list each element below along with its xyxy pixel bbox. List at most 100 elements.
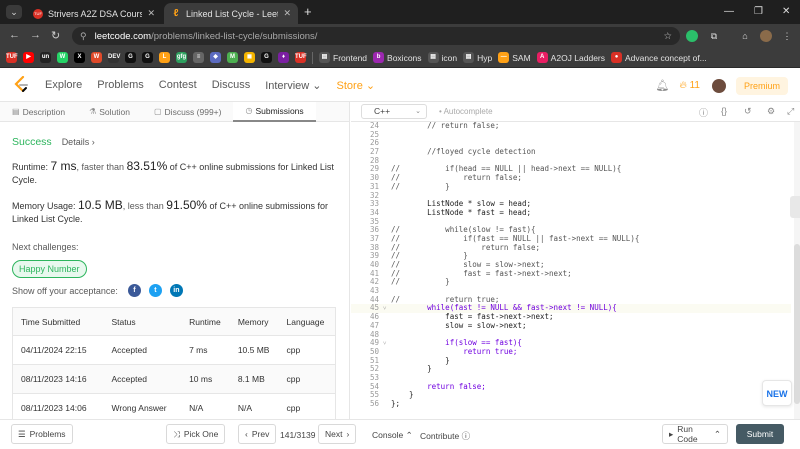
tab-solution[interactable]: ⚗ Solution [77,102,142,122]
facebook-icon[interactable]: f [127,284,141,297]
bookmark-item[interactable]: un [40,52,51,63]
extension-grammarly-icon[interactable] [686,30,698,42]
nav-explore[interactable]: Explore [45,79,82,91]
bookmark-item[interactable]: DEV [108,52,120,63]
forward-arrow-icon[interactable]: → [30,29,41,41]
table-row[interactable]: 08/11/2023 14:16 Accepted 10 ms 8.1 MB c… [12,364,336,394]
new-tab-button[interactable]: + [304,5,312,19]
challenge-happy-number[interactable]: Happy Number [12,260,87,278]
bookmark-star-icon[interactable]: ☆ [663,31,672,42]
minimize-icon[interactable]: — [724,6,734,17]
bookmark-item[interactable]: ≡ [193,52,204,63]
code-editor[interactable]: 24 // return false; 25 26 27 //floyed cycle… [351,122,800,419]
table-row[interactable]: 08/11/2023 14:06 Wrong Answer N/A N/A cp… [12,393,336,419]
tab-close-icon[interactable]: ✕ [147,8,155,19]
browser-menu-icon[interactable]: ⋮ [781,30,793,42]
problems-list-button[interactable]: ☰ Problems [11,424,73,444]
code-text: // return true; [391,294,500,304]
nav-discuss[interactable]: Discuss [212,79,251,91]
bookmark-item[interactable]: ◼ [244,52,255,63]
code-line: 47 slow = slow->next; [351,321,791,331]
code-line: 54 return false; [351,382,791,392]
bookmark-item[interactable]: ▤ Hyp [463,52,492,63]
autocomplete-toggle[interactable]: • Autocomplete [439,107,493,116]
user-avatar[interactable] [711,78,726,93]
table-row[interactable]: 04/11/2024 22:15 Accepted 7 ms 10.5 MB c… [12,335,336,365]
tab-discuss[interactable]: ▢ Discuss (999+) [142,102,234,122]
bookmark-item[interactable]: ● Advance concept of... [611,52,707,63]
scrollbar-thumb[interactable] [794,244,800,404]
run-code-button[interactable]: ▸ Run Code ⌃ [662,424,728,444]
bookmark-item[interactable]: W [91,52,102,63]
code-text: // return false; [391,173,522,183]
language-select[interactable]: C++ ⌄ [361,104,427,119]
nav-store[interactable]: Store ⌄ [337,79,376,92]
side-feedback-tab[interactable] [790,196,800,218]
braces-icon[interactable]: {} [721,106,727,116]
memory-prefix: Memory Usage: [12,201,79,211]
bookmark-item[interactable]: ◆ [210,52,221,63]
tab-label: Discuss (999+) [164,106,222,117]
contribute-link[interactable]: Contribute ⓘ [420,430,470,442]
bookmark-item[interactable]: G [125,52,136,63]
cell-status-link[interactable]: Accepted [103,364,182,394]
bookmark-item[interactable]: b Boxicons [373,52,422,63]
cell-status-link[interactable]: Wrong Answer [103,393,182,419]
code-line: 42// } [351,278,791,287]
tab-submissions[interactable]: ◷ Submissions [233,102,316,122]
tab-description[interactable]: ▤ Description [0,102,77,122]
profile-avatar-icon[interactable] [760,30,772,42]
fullscreen-icon[interactable]: ⤢ [787,106,794,117]
streak-counter[interactable]: 🔥︎ 11 [679,80,700,91]
linkedin-icon[interactable]: in [169,284,183,297]
close-window-icon[interactable]: ✕ [782,6,790,17]
next-button[interactable]: Next › [318,424,357,444]
notification-bell-icon[interactable]: 🔔︎ [655,79,669,92]
tab-close-icon[interactable]: ✕ [283,8,291,19]
browser-tab-strivers[interactable]: TUF Strivers A2Z DSA Course/Sheet ✕ [26,3,162,24]
extensions-puzzle-icon[interactable]: ⧉ [708,30,720,42]
bookmark-item[interactable]: ▶ [23,52,34,63]
bookmark-item[interactable]: A A2OJ Ladders [536,52,605,63]
settings-gear-icon[interactable]: ⚙ [767,106,775,117]
bookmark-item[interactable]: TUF [6,52,18,63]
nav-contest[interactable]: Contest [159,79,197,91]
new-feature-badge[interactable]: NEW [762,380,792,406]
browser-tab-leetcode[interactable]: ℓ Linked List Cycle - LeetCode ✕ [164,3,298,24]
bookmark-item[interactable]: ♦ [278,52,289,63]
back-arrow-icon[interactable]: ← [9,29,20,41]
address-bar[interactable]: ⚲ leetcode.com/problems/linked-list-cycl… [72,27,680,45]
bookmark-item[interactable]: G [261,52,272,63]
reload-icon[interactable]: ↻ [51,29,60,42]
cell-language: cpp [278,335,336,365]
sidebar-icon[interactable]: ⌂ [739,30,751,42]
twitter-icon[interactable]: t [148,284,162,297]
editor-scrollbar[interactable] [794,122,800,419]
bookmark-icon: gfg [176,52,187,63]
restore-icon[interactable]: ❐ [754,6,763,17]
tab-search-icon[interactable]: ⌄ [6,5,22,19]
console-toggle[interactable]: Console ⌃ [372,430,413,441]
bookmark-item[interactable]: — SAM [498,52,531,63]
bookmark-item[interactable]: ▤ Frontend [319,52,367,63]
bookmark-item[interactable]: W [57,52,68,63]
premium-button[interactable]: Premium [735,76,788,95]
nav-interview[interactable]: Interview ⌄ [265,79,321,92]
bookmark-item[interactable]: L [159,52,170,63]
site-info-icon[interactable]: ⚲ [80,31,87,42]
bookmark-item[interactable]: X [74,52,85,63]
reset-icon[interactable]: ↺ [744,106,752,117]
prev-button[interactable]: ‹ Prev [238,424,277,444]
info-icon[interactable]: ⓘ [699,106,708,119]
leetcode-logo-icon[interactable] [13,76,29,94]
details-link[interactable]: Details › [62,137,95,147]
bookmark-item[interactable]: gfg [176,52,187,63]
bookmark-item[interactable]: G [142,52,153,63]
nav-problems[interactable]: Problems [97,79,143,91]
bookmark-item[interactable]: ▤ icon [427,52,457,63]
submit-button[interactable]: Submit [736,424,784,444]
bookmark-item[interactable]: M [227,52,238,63]
bookmark-item[interactable]: TUF [295,52,307,63]
pick-one-button[interactable]: ⤨ Pick One [166,424,226,444]
cell-status-link[interactable]: Accepted [103,335,182,365]
